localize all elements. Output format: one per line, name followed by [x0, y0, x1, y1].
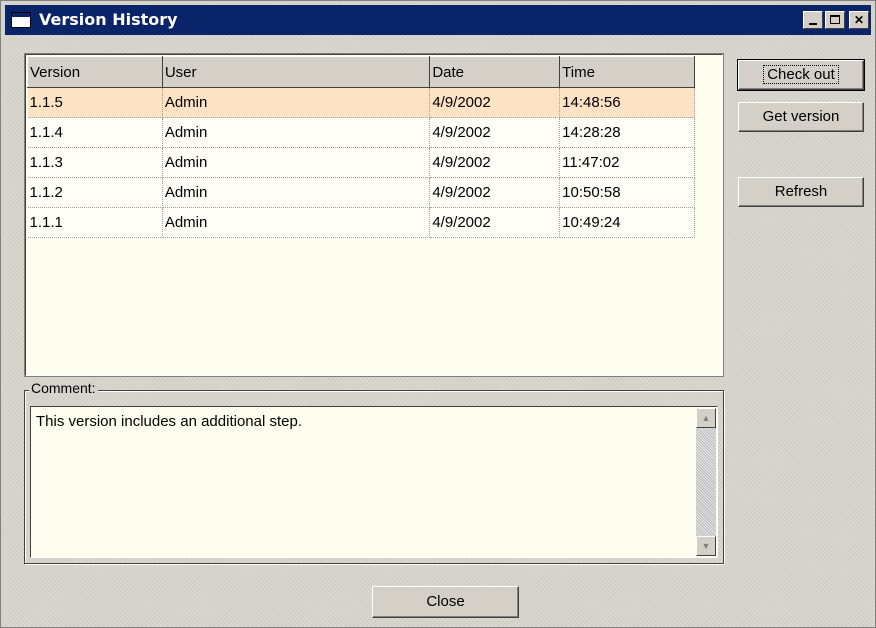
refresh-button[interactable]: Refresh — [738, 177, 864, 207]
minimize-icon — [809, 23, 817, 25]
cell-date: 4/9/2002 — [429, 117, 561, 148]
get-version-button[interactable]: Get version — [738, 102, 864, 132]
column-header-date[interactable]: Date — [429, 56, 561, 88]
cell-user: Admin — [162, 147, 431, 178]
check-out-button[interactable]: Check out — [737, 59, 865, 91]
cell-version: 1.1.5 — [27, 87, 163, 118]
version-history-window: Version History ✕ Version User Date Time… — [0, 0, 876, 628]
table-row[interactable]: 1.1.4 Admin 4/9/2002 14:28:28 — [27, 117, 695, 148]
cell-version: 1.1.3 — [27, 147, 163, 178]
column-header-user[interactable]: User — [161, 56, 431, 88]
maximize-icon — [830, 15, 840, 24]
comment-textarea[interactable]: This version includes an additional step… — [30, 406, 718, 558]
table-row[interactable]: 1.1.3 Admin 4/9/2002 11:47:02 — [27, 147, 695, 178]
scroll-down-arrow-icon[interactable]: ▼ — [696, 536, 716, 556]
column-header-time[interactable]: Time — [559, 56, 695, 88]
close-window-button[interactable]: ✕ — [849, 11, 869, 29]
close-button[interactable]: Close — [372, 586, 519, 618]
column-header-version[interactable]: Version — [27, 56, 163, 88]
cell-time: 14:28:28 — [559, 117, 695, 148]
cell-user: Admin — [162, 177, 431, 208]
cell-user: Admin — [162, 117, 431, 148]
cell-version: 1.1.4 — [27, 117, 163, 148]
table-header-row: Version User Date Time — [27, 56, 695, 88]
table-row[interactable]: 1.1.2 Admin 4/9/2002 10:50:58 — [27, 177, 695, 208]
comment-label: Comment: — [29, 380, 98, 396]
comment-scrollbar[interactable]: ▲ ▼ — [696, 408, 716, 556]
comment-text: This version includes an additional step… — [36, 413, 302, 430]
table-row[interactable]: 1.1.1 Admin 4/9/2002 10:49:24 — [27, 207, 695, 238]
window-title: Version History — [39, 10, 178, 29]
cell-version: 1.1.1 — [27, 207, 163, 238]
title-bar[interactable]: Version History ✕ — [5, 5, 871, 35]
cell-time: 10:49:24 — [559, 207, 695, 238]
minimize-button[interactable] — [803, 11, 823, 29]
cell-date: 4/9/2002 — [429, 207, 561, 238]
version-table-panel: Version User Date Time 1.1.5 Admin 4/9/2… — [24, 53, 724, 377]
cell-date: 4/9/2002 — [429, 147, 561, 178]
cell-time: 14:48:56 — [559, 87, 695, 118]
version-table: Version User Date Time 1.1.5 Admin 4/9/2… — [27, 56, 695, 238]
comment-group: Comment: This version includes an additi… — [24, 380, 724, 564]
window-icon — [11, 12, 31, 28]
cell-user: Admin — [162, 207, 431, 238]
cell-user: Admin — [162, 87, 431, 118]
maximize-button[interactable] — [825, 11, 845, 29]
cell-time: 11:47:02 — [559, 147, 695, 178]
cell-date: 4/9/2002 — [429, 87, 561, 118]
close-icon: ✕ — [853, 13, 865, 27]
cell-time: 10:50:58 — [559, 177, 695, 208]
scroll-up-arrow-icon[interactable]: ▲ — [696, 408, 716, 428]
cell-version: 1.1.2 — [27, 177, 163, 208]
cell-date: 4/9/2002 — [429, 177, 561, 208]
table-row[interactable]: 1.1.5 Admin 4/9/2002 14:48:56 — [27, 87, 695, 118]
check-out-label: Check out — [763, 65, 839, 84]
